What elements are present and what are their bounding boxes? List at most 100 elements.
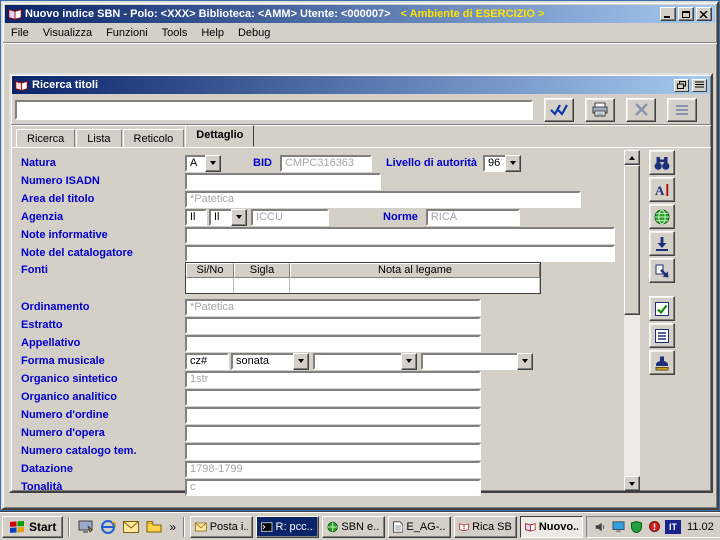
start-button[interactable]: Start [2,515,64,538]
close-button[interactable] [696,7,712,21]
child-restore-button[interactable] [674,78,689,92]
child-titlebar[interactable]: Ricerca titoli [12,76,710,94]
volume-icon[interactable] [593,520,607,534]
task-posta[interactable]: Posta i... [190,515,254,538]
bid-field[interactable]: CMPC316363 [279,154,372,172]
dropdown-arrow-icon[interactable] [293,352,309,370]
menu-help[interactable]: Help [194,24,231,42]
estratto-field[interactable] [185,316,481,334]
taskbar: Start » Posta i... R: pcc... SBN e... [0,512,720,540]
menubar: File Visualizza Funzioni Tools Help Debu… [3,23,717,43]
tab-reticolo[interactable]: Reticolo [122,129,185,148]
dropdown-arrow-icon[interactable] [231,208,247,226]
minimize-button[interactable] [660,7,676,21]
numero-ordine-field[interactable] [185,406,481,424]
cancel-button[interactable] [626,97,656,122]
fonti-header-nota[interactable]: Nota al legame [290,263,540,278]
menu-visualizza[interactable]: Visualizza [36,24,99,42]
command-input[interactable] [15,99,533,120]
organico-sintetico-field[interactable]: 1str [185,370,481,388]
scroll-up-button[interactable] [624,150,640,165]
outlook-mail-icon[interactable] [121,517,141,537]
area-titolo-field[interactable]: *Patetica [185,190,581,208]
agenzia-field-3[interactable]: ICCU [251,208,329,226]
task-e-ag[interactable]: E_AG-... [388,515,452,538]
scroll-down-button[interactable] [624,476,640,491]
print-button[interactable] [585,97,615,122]
numero-opera-field[interactable] [185,424,481,442]
numero-catalogo-field[interactable] [185,442,481,460]
forma-musicale-field-1[interactable]: cz# [185,352,229,370]
fonti-header-sigla[interactable]: Sigla [234,263,290,278]
forma-musicale-combo-3[interactable] [421,352,533,370]
forma-musicale-value-3[interactable] [313,352,401,370]
globe-button[interactable] [649,204,675,229]
dropdown-arrow-icon[interactable] [517,352,533,370]
appellativo-field[interactable] [185,334,481,352]
task-sbn-e[interactable]: SBN e... [322,515,386,538]
menu-debug[interactable]: Debug [231,24,277,42]
natura-combo[interactable]: A [185,154,221,172]
windows-logo-icon [10,520,24,533]
options-button[interactable] [667,97,697,122]
menu-file[interactable]: File [4,24,36,42]
language-indicator[interactable]: IT [665,519,682,534]
main-window: Nuovo indice SBN - Polo: <XXX> Bibliotec… [1,1,719,510]
agenzia-field-1[interactable]: Il [185,208,207,226]
document-task-icon [393,520,404,533]
dropdown-arrow-icon[interactable] [505,154,522,172]
task-r-pcc[interactable]: R: pcc... [256,515,320,538]
forma-musicale-value-2[interactable]: sonata [231,352,293,370]
note-informative-field[interactable] [185,226,615,244]
import-button[interactable] [649,231,675,256]
search-button[interactable] [649,150,675,175]
tab-lista[interactable]: Lista [76,129,122,148]
numero-catalogo-label: Numero catalogo tem. [21,445,137,457]
agenzia-combo[interactable]: Il [209,208,247,226]
tab-dettaglio[interactable]: Dettaglio [185,125,255,147]
tab-ricerca[interactable]: Ricerca [16,129,76,148]
forma-musicale-combo-1[interactable]: sonata [231,352,309,370]
natura-value[interactable]: A [185,154,205,172]
numero-isadn-field[interactable] [185,172,381,190]
tonalita-field[interactable]: c [185,478,481,496]
maximize-button[interactable] [678,7,694,21]
alert-status-icon[interactable] [647,520,661,534]
task-nuovo[interactable]: Nuovo... [520,515,584,538]
forma-musicale-value-4[interactable] [421,352,517,370]
quicklaunch-overflow-chevron[interactable]: » [167,520,178,534]
scrollbar-thumb[interactable] [624,165,640,315]
export-button[interactable] [649,258,675,283]
confirm-button[interactable] [544,97,574,122]
menu-funzioni[interactable]: Funzioni [99,24,155,42]
norme-field[interactable]: RICA [425,208,520,226]
ordinamento-label: Ordinamento [21,301,90,313]
verify-button[interactable] [649,296,675,321]
display-icon[interactable] [611,520,625,534]
ordinamento-field[interactable]: *Patetica [185,298,481,316]
form-scrollbar[interactable] [624,150,640,491]
dropdown-arrow-icon[interactable] [401,352,417,370]
task-rica-sbn[interactable]: Rica SBN [454,515,518,538]
internet-explorer-icon[interactable] [98,517,118,537]
fonti-empty-row[interactable] [186,278,540,293]
font-button[interactable]: A [649,177,675,202]
main-titlebar[interactable]: Nuovo indice SBN - Polo: <XXX> Bibliotec… [5,5,715,23]
forma-musicale-combo-2[interactable] [313,352,417,370]
fonti-header-sino[interactable]: Si/No [186,263,234,278]
organico-analitico-field[interactable] [185,388,481,406]
stamp-button[interactable] [649,350,675,375]
shield-status-icon[interactable] [629,520,643,534]
note-catalogatore-field[interactable] [185,244,615,262]
list-button[interactable] [649,323,675,348]
fonti-table[interactable]: Si/No Sigla Nota al legame [185,262,541,294]
folder-icon[interactable] [144,517,164,537]
dropdown-arrow-icon[interactable] [205,154,221,172]
child-menu-button[interactable] [692,78,707,92]
datazione-field[interactable]: 1798-1799 [185,460,481,478]
menu-tools[interactable]: Tools [155,24,195,42]
livello-combo[interactable]: 96 [483,154,522,172]
agenzia-value-2[interactable]: Il [209,208,231,226]
livello-value[interactable]: 96 [483,154,506,172]
show-desktop-icon[interactable] [75,517,95,537]
